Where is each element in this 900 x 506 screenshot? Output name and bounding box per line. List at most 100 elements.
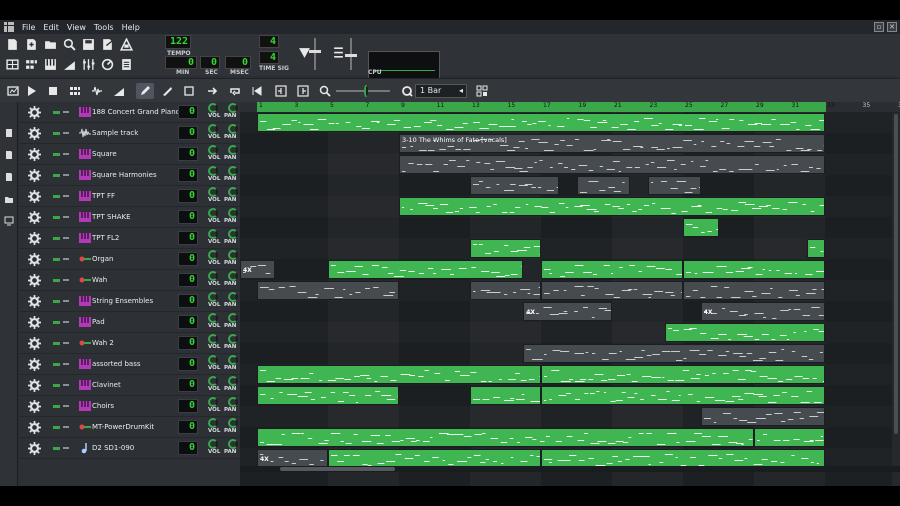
muted-clip[interactable]: 3-10 The Whims of Fate [vocals]	[399, 134, 825, 153]
track-volume-display[interactable]: 0	[178, 189, 198, 203]
track-name[interactable]: D2 SD1-090	[92, 444, 182, 452]
clip-settings-icon[interactable]	[473, 83, 491, 99]
track-volume-display[interactable]: 0	[178, 252, 198, 266]
volume-knob[interactable]	[208, 271, 218, 281]
pan-knob[interactable]	[228, 313, 238, 323]
volume-knob[interactable]	[208, 439, 218, 449]
pan-knob[interactable]	[228, 208, 238, 218]
track-row[interactable]: MT-PowerDrumKit 0 VOL PAN	[20, 417, 240, 438]
mute-button[interactable]	[53, 363, 60, 366]
menu-tools[interactable]: Tools	[90, 23, 118, 32]
song-editor-icon[interactable]	[4, 56, 20, 72]
pattern-clip[interactable]	[541, 365, 825, 384]
muted-clip[interactable]: 4X	[700, 302, 825, 321]
track-name[interactable]: String Ensembles	[92, 297, 182, 305]
mute-button[interactable]	[53, 405, 60, 408]
pan-knob[interactable]	[228, 103, 238, 113]
track-row[interactable]: Square Harmonies 0 VOL PAN	[20, 165, 240, 186]
track-settings-icon[interactable]	[28, 358, 41, 371]
pattern-clip[interactable]	[683, 218, 719, 237]
new-from-template-icon[interactable]	[23, 36, 39, 52]
track-row[interactable]: Square 0 VOL PAN	[20, 144, 240, 165]
track-name[interactable]: Square	[92, 150, 182, 158]
recent-projects-icon[interactable]	[61, 36, 77, 52]
track-row[interactable]: Choirs 0 VOL PAN	[20, 396, 240, 417]
track-settings-icon[interactable]	[28, 253, 41, 266]
restore-window-button[interactable]: ▫	[874, 22, 884, 32]
track-settings-icon[interactable]	[28, 400, 41, 413]
solo-button[interactable]	[63, 447, 69, 449]
muted-clip[interactable]: 4X	[240, 260, 275, 279]
solo-button[interactable]	[63, 426, 69, 428]
muted-clip[interactable]	[700, 407, 825, 426]
solo-button[interactable]	[63, 132, 69, 134]
mute-button[interactable]	[53, 342, 60, 345]
track-settings-icon[interactable]	[28, 274, 41, 287]
add-beat-track-icon[interactable]	[66, 83, 84, 99]
solo-button[interactable]	[63, 153, 69, 155]
pattern-clip[interactable]	[257, 428, 754, 447]
track-name[interactable]: Organ	[92, 255, 182, 263]
track-name[interactable]: Pad	[92, 318, 182, 326]
mute-button[interactable]	[53, 279, 60, 282]
pan-knob[interactable]	[228, 229, 238, 239]
muted-clip[interactable]	[470, 176, 559, 195]
pan-knob[interactable]	[228, 418, 238, 428]
track-name[interactable]: Square Harmonies	[92, 171, 182, 179]
track-volume-display[interactable]: 0	[178, 336, 198, 350]
solo-button[interactable]	[63, 195, 69, 197]
track-settings-icon[interactable]	[28, 106, 41, 119]
muted-clip[interactable]	[647, 176, 701, 195]
solo-button[interactable]	[63, 300, 69, 302]
track-name[interactable]: TPT SHAKE	[92, 213, 182, 221]
track-name[interactable]: TPT FF	[92, 192, 182, 200]
pan-knob[interactable]	[228, 187, 238, 197]
track-name[interactable]: 188 Concert Grand Piano	[92, 108, 182, 116]
solo-button[interactable]	[63, 111, 69, 113]
track-settings-icon[interactable]	[28, 421, 41, 434]
track-name[interactable]: TPT FL2	[92, 234, 182, 242]
volume-knob[interactable]	[208, 124, 218, 134]
piano-roll-icon[interactable]	[42, 56, 58, 72]
computer-icon[interactable]	[4, 216, 14, 226]
stop-behaviour-icon[interactable]	[248, 83, 266, 99]
menu-help[interactable]: Help	[118, 23, 144, 32]
menu-file[interactable]: File	[18, 23, 39, 32]
track-name[interactable]: Wah 2	[92, 339, 182, 347]
track-settings-icon[interactable]	[28, 442, 41, 455]
solo-button[interactable]	[63, 258, 69, 260]
muted-clip[interactable]	[683, 281, 825, 300]
track-row[interactable]: Organ 0 VOL PAN	[20, 249, 240, 270]
muted-clip[interactable]	[576, 176, 630, 195]
timeline-ruler[interactable]: 135791113151719212325272931333537	[257, 102, 900, 112]
beat-editor-icon[interactable]	[23, 56, 39, 72]
muted-clip[interactable]	[523, 344, 825, 363]
track-volume-display[interactable]: 0	[178, 168, 198, 182]
track-settings-icon[interactable]	[28, 148, 41, 161]
song-editor-side-icon[interactable]	[4, 83, 22, 99]
pattern-clip[interactable]	[754, 428, 825, 447]
song-grid[interactable]: 3-10 The Whims of Fate [vocals] 4X 4X 4X 4X	[240, 112, 900, 486]
app-menu-icon[interactable]	[4, 22, 14, 32]
pattern-clip[interactable]	[807, 239, 825, 258]
track-row[interactable]: 188 Concert Grand Piano 0 VOL PAN	[20, 102, 240, 123]
pan-knob[interactable]	[228, 145, 238, 155]
muted-clip[interactable]	[541, 281, 683, 300]
mute-button[interactable]	[53, 447, 60, 450]
knife-mode-icon[interactable]	[158, 83, 176, 99]
mute-button[interactable]	[53, 426, 60, 429]
edit-mode-icon[interactable]	[180, 83, 198, 99]
pattern-clip[interactable]	[257, 365, 541, 384]
track-volume-display[interactable]: 0	[178, 231, 198, 245]
mute-button[interactable]	[53, 216, 60, 219]
volume-knob[interactable]	[208, 313, 218, 323]
pattern-clip[interactable]	[257, 386, 399, 405]
menu-edit[interactable]: Edit	[39, 23, 63, 32]
track-volume-display[interactable]: 0	[178, 420, 198, 434]
pan-knob[interactable]	[228, 439, 238, 449]
muted-clip[interactable]	[399, 155, 825, 174]
mute-button[interactable]	[53, 132, 60, 135]
track-volume-display[interactable]: 0	[178, 378, 198, 392]
volume-knob[interactable]	[208, 208, 218, 218]
track-row[interactable]: D2 SD1-090 0 VOL PAN	[20, 438, 240, 459]
